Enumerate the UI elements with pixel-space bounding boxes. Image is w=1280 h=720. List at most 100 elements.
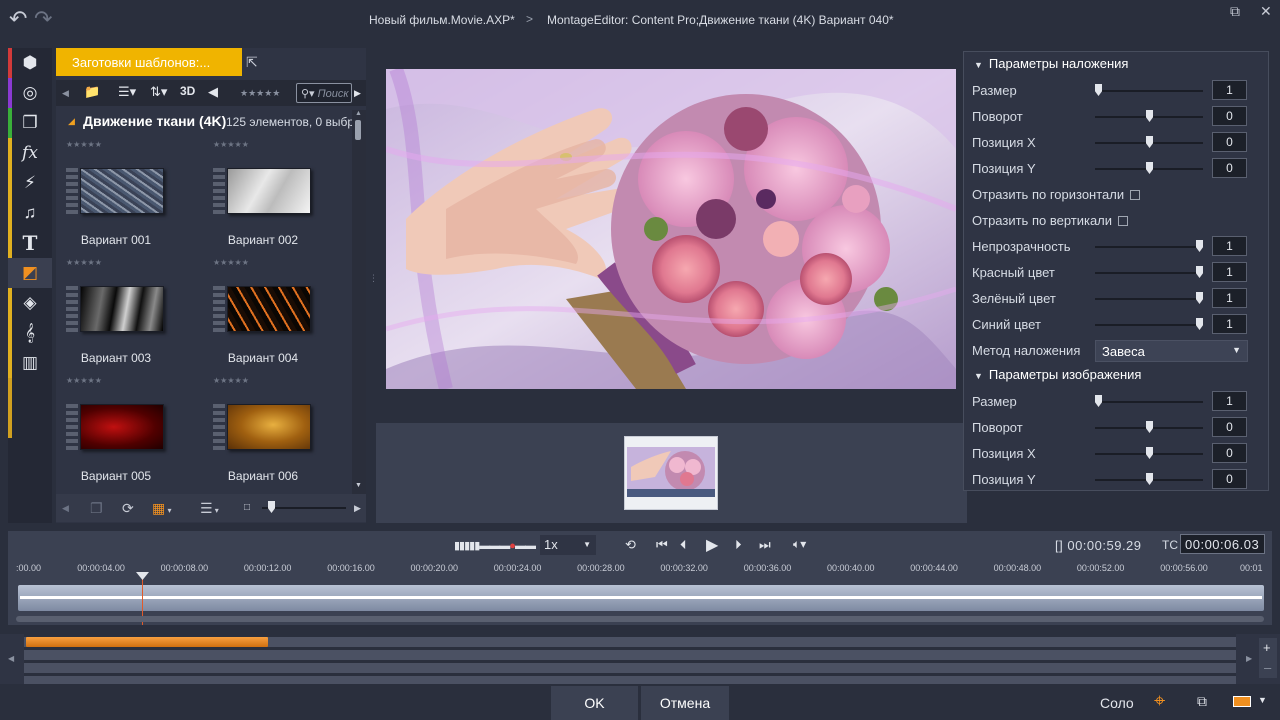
- loop-icon[interactable]: ⟲: [625, 537, 636, 553]
- duplicate-icon[interactable]: ❐: [90, 500, 103, 517]
- opacity-field[interactable]: 1: [1212, 236, 1247, 256]
- group-expand-icon[interactable]: ◢: [68, 116, 75, 127]
- rail-package-button[interactable]: ⬢: [8, 48, 52, 78]
- volume-icon[interactable]: 🔈︎▾: [793, 537, 806, 552]
- image-position-x-field[interactable]: 0: [1212, 443, 1247, 463]
- scroll-left-icon[interactable]: ◀: [8, 654, 14, 663]
- current-timecode-field[interactable]: 00:00:06.03: [1180, 534, 1265, 554]
- library-group-header[interactable]: ◢ Движение ткани (4K) 125 элементов, 0 в…: [56, 110, 352, 132]
- cancel-button[interactable]: Отмена: [641, 686, 729, 720]
- green-color-field[interactable]: 1: [1212, 288, 1247, 308]
- image-size-slider[interactable]: [1095, 395, 1203, 407]
- blue-color-field[interactable]: 1: [1212, 314, 1247, 334]
- overlay-params-header[interactable]: ▼ Параметры наложения: [974, 56, 1128, 71]
- rail-lightning-button[interactable]: ⚡: [8, 168, 52, 198]
- slider-knob[interactable]: [1146, 447, 1153, 459]
- grid-view-icon[interactable]: ▦ ▾: [152, 500, 171, 517]
- jog-shuttle-control[interactable]: ▮▮▮▮▮▬▬▬●▬▬: [454, 539, 536, 552]
- image-rotation-slider[interactable]: [1095, 421, 1203, 433]
- chevron-down-icon[interactable]: ▼: [1258, 695, 1267, 705]
- target-icon[interactable]: ⌖: [1154, 690, 1165, 713]
- close-window-icon[interactable]: ✕: [1260, 3, 1272, 20]
- external-monitor-icon[interactable]: ⧉: [1197, 693, 1207, 710]
- rating-stars[interactable]: ★★★★★: [213, 140, 249, 149]
- slider-knob[interactable]: [1146, 136, 1153, 148]
- image-position-y-field[interactable]: 0: [1212, 469, 1247, 489]
- image-params-header[interactable]: ▼ Параметры изображения: [974, 367, 1141, 382]
- rail-film-reel-button[interactable]: ◎: [8, 78, 52, 108]
- play-icon[interactable]: ▶: [706, 535, 718, 555]
- zoom-out-icon[interactable]: –: [1264, 660, 1271, 675]
- rating-stars[interactable]: ★★★★★: [66, 140, 102, 149]
- rating-stars[interactable]: ★★★★★: [66, 258, 102, 267]
- rating-stars[interactable]: ★★★★★: [66, 376, 102, 385]
- zoom-in-icon[interactable]: +: [1263, 640, 1271, 655]
- scroll-down-icon[interactable]: ▼: [355, 482, 362, 489]
- overlay-position-y-slider[interactable]: [1095, 162, 1203, 174]
- slider-knob[interactable]: [1196, 318, 1203, 330]
- collapse-left-icon[interactable]: ◀: [62, 503, 69, 514]
- step-back-icon[interactable]: ⏴: [680, 537, 687, 553]
- library-scrollbar[interactable]: ▲ ▼: [352, 110, 366, 494]
- red-color-field[interactable]: 1: [1212, 262, 1247, 282]
- slider-knob[interactable]: [268, 501, 275, 513]
- tag-icon[interactable]: ◀: [208, 84, 218, 100]
- pin-panel-icon[interactable]: ⇱: [246, 54, 258, 71]
- selected-range-bar[interactable]: [26, 637, 268, 647]
- slider-knob[interactable]: [1146, 421, 1153, 433]
- slider-knob[interactable]: [1146, 162, 1153, 174]
- rail-audio-button[interactable]: 𝄞: [8, 318, 52, 348]
- toolbar-rating-filter[interactable]: ★★★★★: [240, 88, 280, 99]
- image-position-y-slider[interactable]: [1095, 473, 1203, 485]
- collapse-left-icon[interactable]: ◀: [62, 88, 69, 99]
- slider-knob[interactable]: [1095, 395, 1102, 407]
- step-forward-icon[interactable]: ⏵: [735, 537, 742, 553]
- timeline-clip[interactable]: [18, 585, 1264, 611]
- library-search-input[interactable]: ⚲▾ Поиск: [296, 83, 352, 103]
- section-collapse-icon[interactable]: ▼: [974, 371, 983, 381]
- small-size-icon[interactable]: □: [244, 502, 250, 513]
- overlay-size-slider[interactable]: [1095, 84, 1203, 96]
- overlay-position-y-field[interactable]: 0: [1212, 158, 1247, 178]
- sort-icon[interactable]: ⇅▾: [150, 84, 167, 100]
- overlay-position-x-field[interactable]: 0: [1212, 132, 1247, 152]
- redo-arrow-icon[interactable]: ↷: [34, 8, 52, 30]
- image-size-field[interactable]: 1: [1212, 391, 1247, 411]
- slider-knob[interactable]: [1196, 240, 1203, 252]
- thumbnail-size-slider[interactable]: [262, 501, 346, 513]
- overlay-size-field[interactable]: 1: [1212, 80, 1247, 100]
- rail-piano-button[interactable]: ▥: [8, 348, 52, 378]
- slider-knob[interactable]: [1196, 292, 1203, 304]
- overlay-rotation-field[interactable]: 0: [1212, 106, 1247, 126]
- slider-knob[interactable]: [1095, 84, 1102, 96]
- playback-speed-select[interactable]: 1x ▼: [540, 535, 596, 555]
- list-view-icon[interactable]: ☰▾: [118, 84, 136, 100]
- red-color-slider[interactable]: [1095, 266, 1203, 278]
- expand-right-icon[interactable]: ▶: [354, 503, 361, 514]
- slider-knob[interactable]: [1146, 473, 1153, 485]
- ok-button[interactable]: OK: [551, 686, 638, 720]
- selected-preview-thumbnail[interactable]: [624, 436, 718, 510]
- opacity-slider[interactable]: [1095, 240, 1203, 252]
- image-rotation-field[interactable]: 0: [1212, 417, 1247, 437]
- overlay-position-x-slider[interactable]: [1095, 136, 1203, 148]
- slider-knob[interactable]: [1196, 266, 1203, 278]
- refresh-icon[interactable]: ⟳: [122, 500, 134, 517]
- rail-effects-button[interactable]: fx: [8, 138, 52, 168]
- scroll-thumb[interactable]: [355, 120, 361, 140]
- blue-color-slider[interactable]: [1095, 318, 1203, 330]
- slider-knob[interactable]: [1146, 110, 1153, 122]
- list-menu-icon[interactable]: ☰ ▾: [200, 500, 219, 517]
- scroll-up-icon[interactable]: ▲: [355, 110, 362, 117]
- folder-icon[interactable]: 📁: [84, 84, 100, 100]
- solo-toggle[interactable]: Соло: [1100, 695, 1134, 711]
- go-to-end-icon[interactable]: ⏭: [759, 537, 771, 553]
- time-ruler[interactable]: :00.00 00:00:04.00 00:00:08.00 00:00:12.00 0…: [8, 559, 1272, 581]
- flip-horizontal-checkbox[interactable]: [1130, 190, 1141, 200]
- image-position-x-slider[interactable]: [1095, 447, 1203, 459]
- view-3d-button[interactable]: 3D: [180, 84, 195, 98]
- green-color-slider[interactable]: [1095, 292, 1203, 304]
- rail-stack-button[interactable]: ❐: [8, 108, 52, 138]
- timeline-scrollbar[interactable]: [16, 616, 1264, 622]
- undo-arrow-icon[interactable]: ↶: [9, 8, 27, 30]
